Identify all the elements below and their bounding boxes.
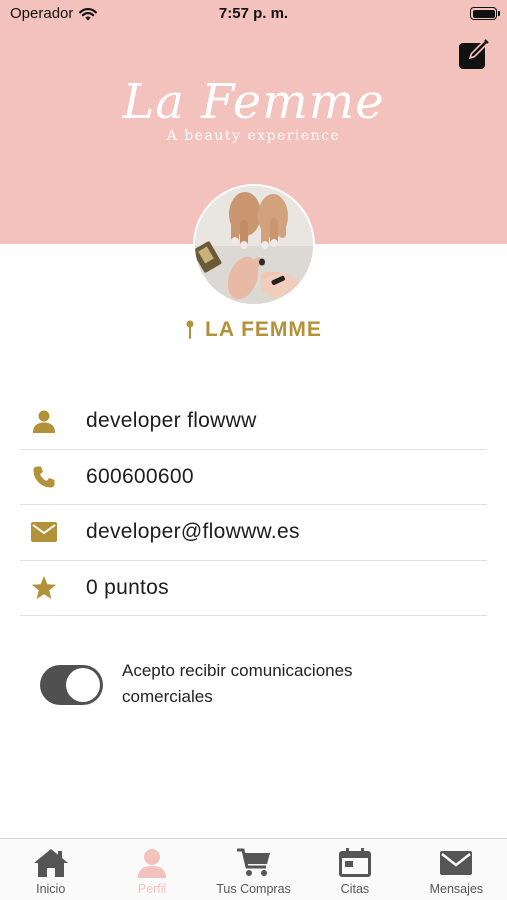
brand-name: LA FEMME [205, 318, 322, 341]
consent-label: Acepto recibir comunicaciones comerciale… [122, 661, 353, 706]
tab-citas[interactable]: Citas [304, 839, 405, 900]
name-row: developer flowww [20, 394, 487, 450]
points-row: 0 puntos [20, 561, 487, 616]
status-time: 7:57 p. m. [218, 5, 289, 22]
location-brand: LA FEMME [0, 318, 507, 342]
marketing-consent-toggle[interactable] [40, 665, 103, 705]
profile-info-list: developer flowww 600600600 developer@flo… [20, 394, 487, 616]
tab-label: Inicio [36, 882, 66, 896]
mail-icon [440, 851, 473, 875]
phone-row: 600600600 [20, 450, 487, 505]
home-icon [33, 849, 68, 877]
person-icon [33, 410, 55, 434]
user-points: 0 puntos [86, 575, 169, 599]
location-pin-icon [186, 320, 194, 339]
edit-icon [459, 38, 490, 69]
edit-profile-button[interactable] [458, 38, 490, 70]
manicure-photo [195, 186, 313, 304]
phone-icon [33, 466, 55, 488]
brand-logo: La Femme A beauty experience [0, 72, 507, 144]
tab-mensajes[interactable]: Mensajes [406, 839, 507, 900]
calendar-icon [338, 848, 371, 877]
tab-inicio[interactable]: Inicio [0, 839, 101, 900]
star-icon [32, 575, 56, 599]
envelope-icon [31, 522, 57, 543]
tab-tus-compras[interactable]: Tus Compras [203, 839, 304, 900]
bottom-tab-bar: Inicio Perfil Tus Compras Citas Mensajes [0, 838, 507, 900]
email-row: developer@flowww.es [20, 505, 487, 561]
logo-title: La Femme [122, 74, 385, 130]
user-phone: 600600600 [86, 464, 194, 488]
tab-label: Mensajes [429, 882, 484, 896]
battery-icon [470, 7, 500, 20]
person-icon [138, 849, 167, 878]
user-name: developer flowww [86, 409, 257, 433]
profile-avatar[interactable] [195, 186, 313, 304]
toggle-knob [66, 668, 100, 702]
status-bar: Operador 7:57 p. m. [0, 0, 507, 28]
tab-label: Perfil [137, 882, 167, 896]
tab-perfil[interactable]: Perfil [101, 839, 202, 900]
tab-label: Citas [340, 882, 370, 896]
cart-icon [236, 848, 270, 876]
logo-subtitle: A beauty experience [166, 128, 341, 144]
user-email: developer@flowww.es [86, 520, 300, 544]
tab-label: Tus Compras [216, 882, 291, 896]
